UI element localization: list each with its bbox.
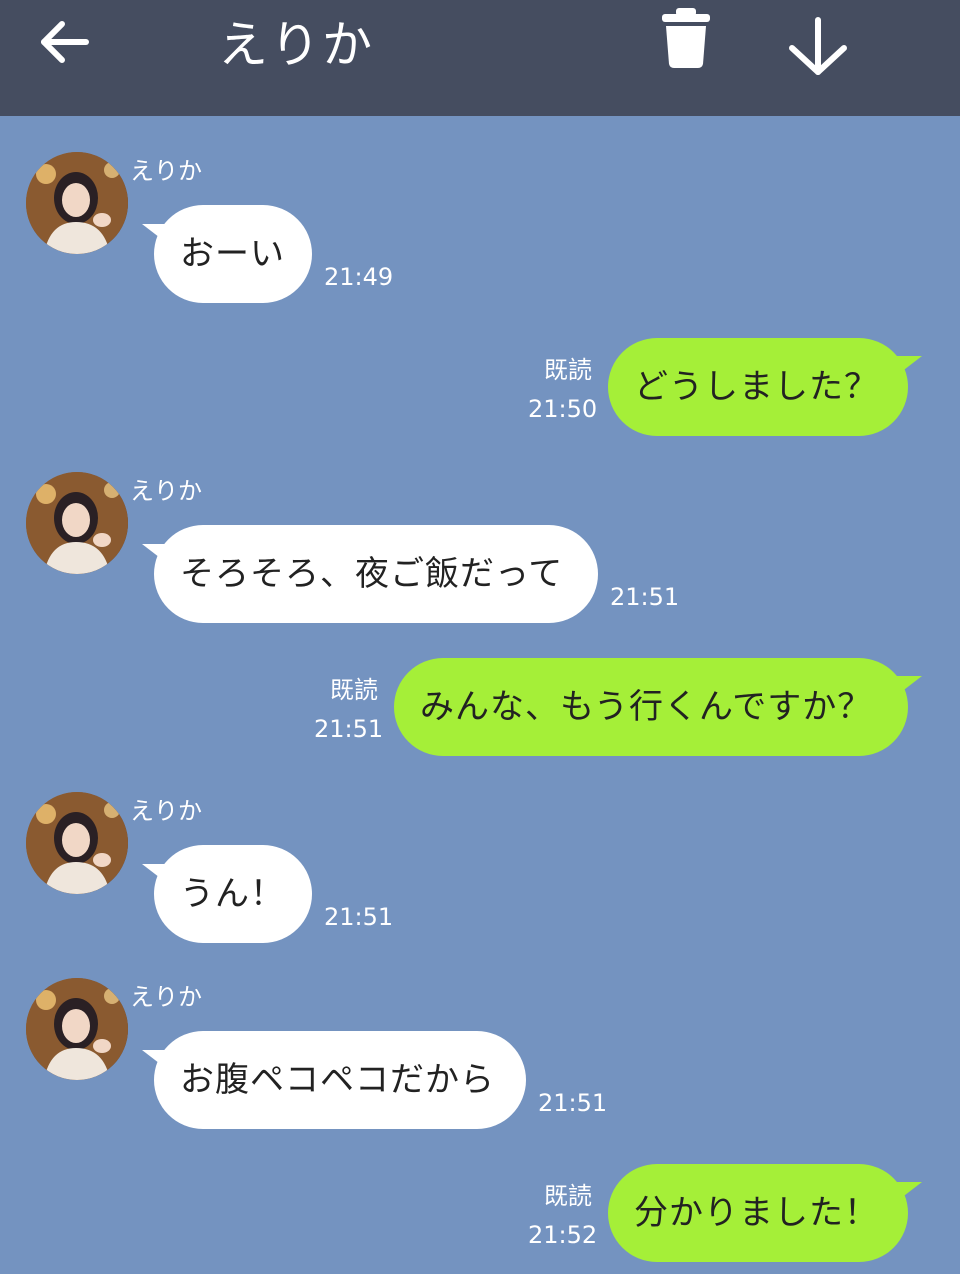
arrow-left-icon [41,21,89,63]
message-time: 21:51 [538,1089,608,1117]
read-receipt: 既読 [544,1182,592,1210]
bubble-tail [896,356,922,376]
delete-button[interactable] [654,2,718,74]
bubble-tail [896,676,922,696]
message-time: 21:51 [610,583,680,611]
message-time: 21:49 [324,263,394,291]
avatar-image [26,792,128,894]
message-bubble-outgoing[interactable]: どうしました？ [608,338,908,436]
arrow-down-icon [789,17,847,75]
trash-icon [662,8,710,68]
read-receipt: 既読 [544,356,592,384]
avatar-image [26,978,128,1080]
message-bubble-incoming[interactable]: お腹ペコペコだから [154,1031,526,1129]
message-bubble-outgoing[interactable]: みんな、もう行くんですか？ [394,658,908,756]
avatar[interactable] [26,978,128,1080]
message-bubble-incoming[interactable]: うん！ [154,845,312,943]
message-bubble-incoming[interactable]: おーい [154,205,312,303]
avatar[interactable] [26,152,128,254]
message-time: 21:51 [314,715,384,743]
message-bubble-outgoing[interactable]: 分かりました！ [608,1164,908,1262]
sender-name: えりか [130,797,202,825]
message-bubble-incoming[interactable]: そろそろ、夜ご飯だって [154,525,598,623]
sender-name: えりか [130,477,202,505]
avatar-image [26,152,128,254]
message-time: 21:50 [528,395,598,423]
chat-title: えりか [218,16,374,74]
message-time: 21:52 [528,1221,598,1249]
scroll-down-button[interactable] [782,14,854,80]
avatar[interactable] [26,792,128,894]
read-receipt: 既読 [330,676,378,704]
back-button[interactable] [34,12,98,76]
bubble-tail [896,1182,922,1202]
sender-name: えりか [130,157,202,185]
avatar-image [26,472,128,574]
avatar[interactable] [26,472,128,574]
message-time: 21:51 [324,903,394,931]
sender-name: えりか [130,983,202,1011]
chat-header: えりか [0,0,960,116]
